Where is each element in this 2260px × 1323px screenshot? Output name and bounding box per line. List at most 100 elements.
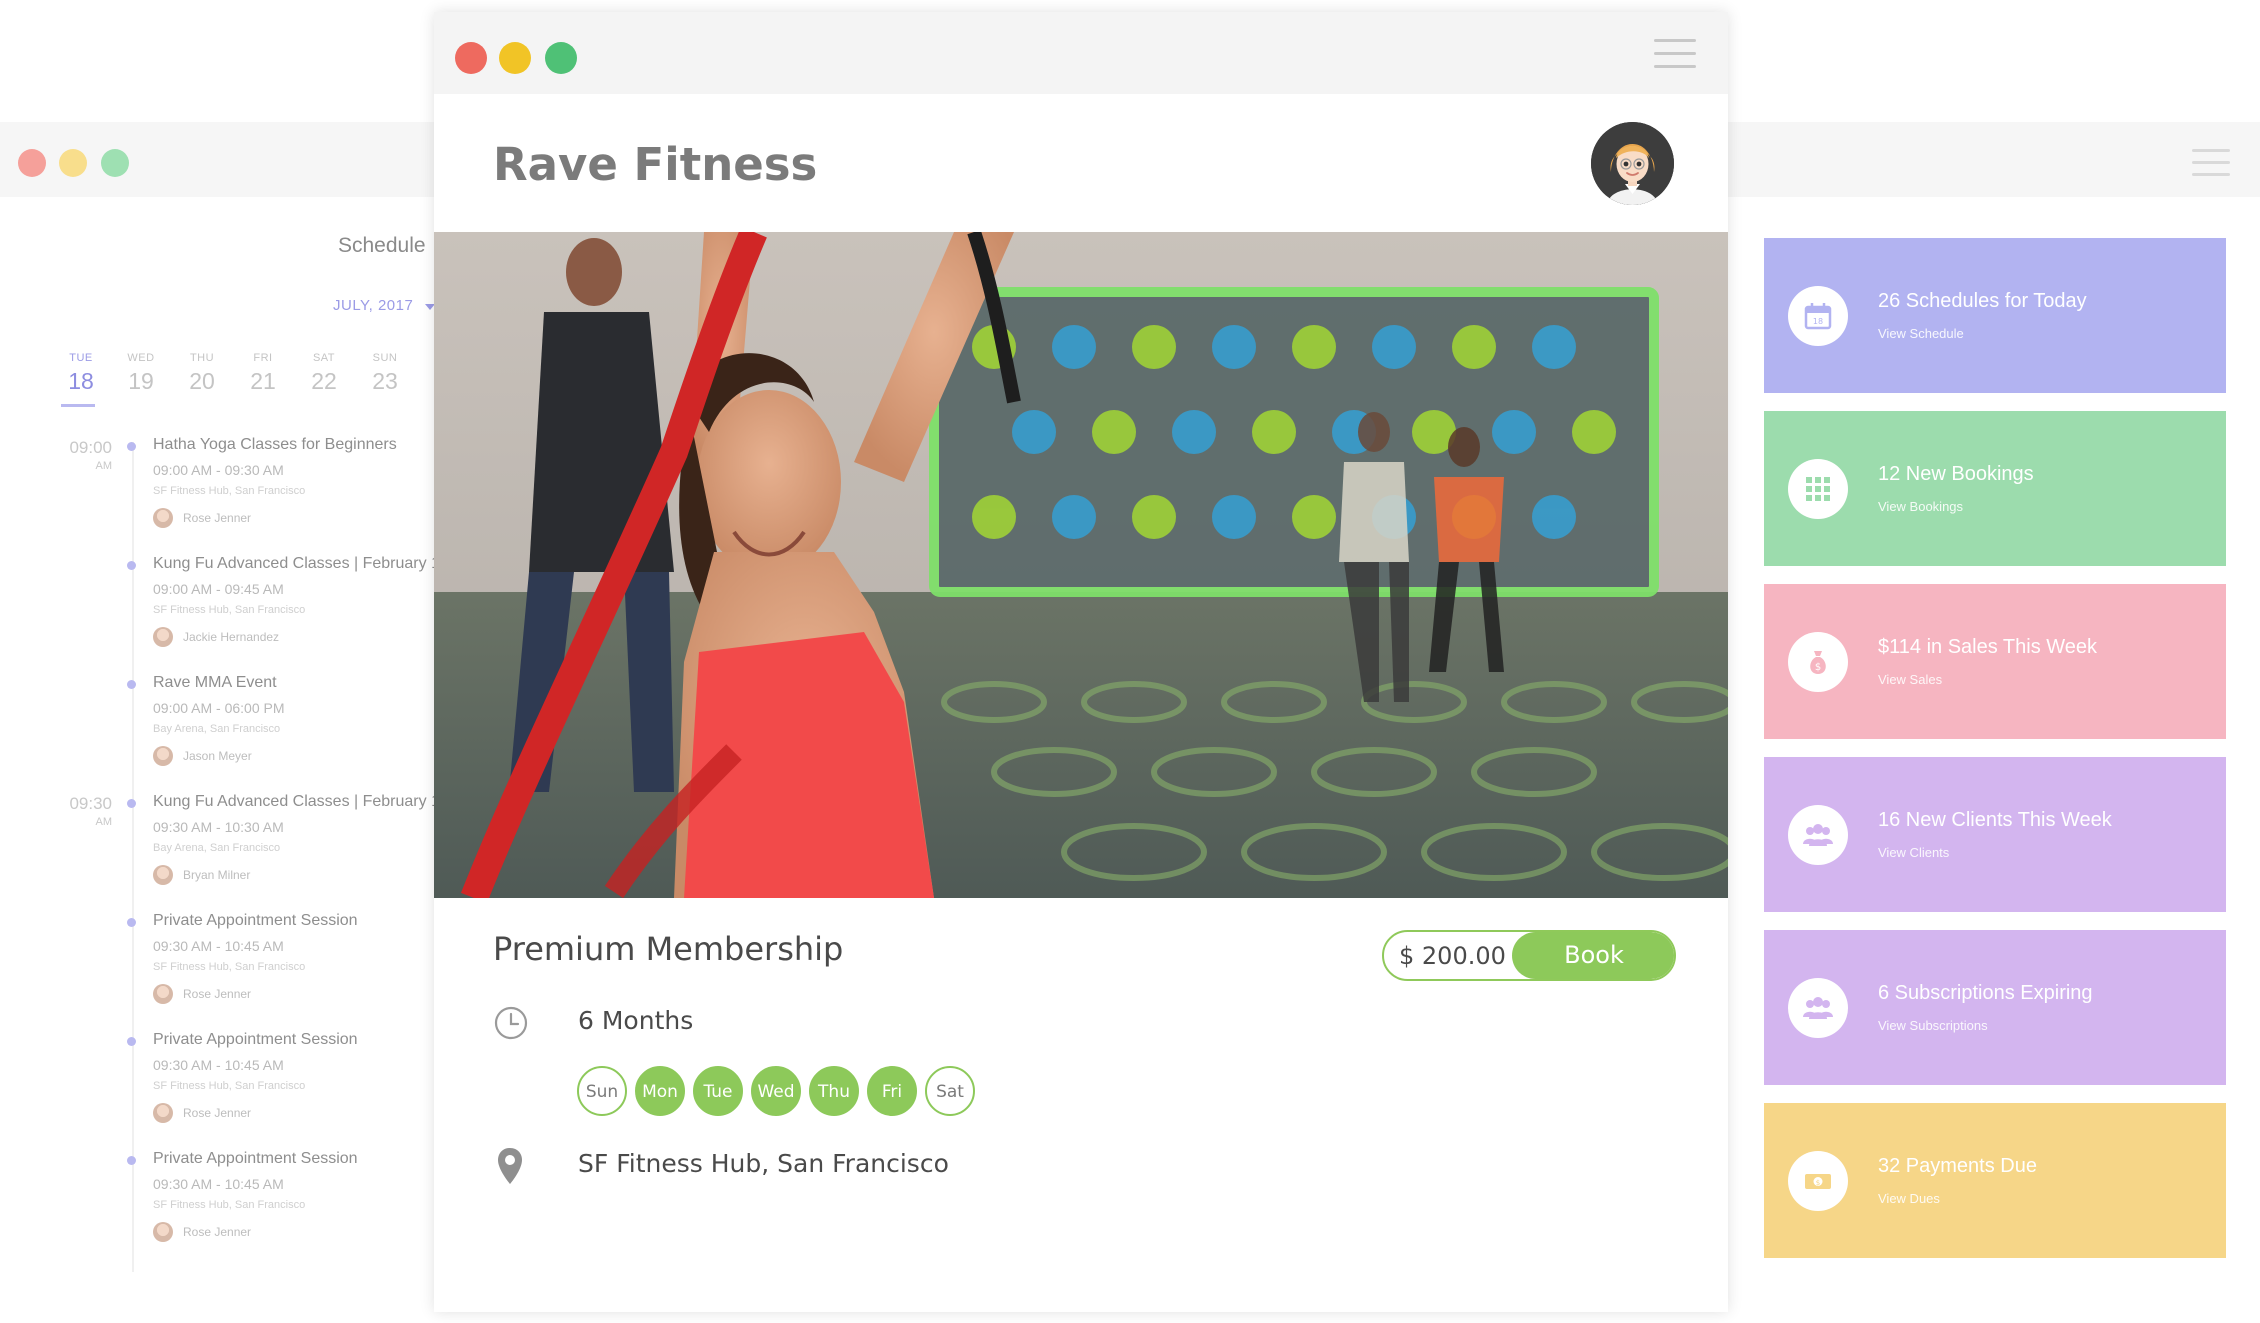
membership-price: $ 200.00 [1399,942,1506,970]
weekday-fri[interactable]: Fri [867,1066,917,1116]
time-ampm: AM [95,460,113,472]
location-pin-icon [496,1146,524,1191]
day-name: SUN [372,352,398,364]
weekday-wed[interactable]: Wed [751,1066,801,1116]
hamburger-menu-icon[interactable] [1654,39,1696,69]
close-window-button[interactable] [455,42,487,74]
day-name: THU [189,352,215,364]
membership-window: Rave Fitness Premium Membership $ 200.00… [434,12,1728,1312]
day-tab[interactable]: SAT 22 [299,352,349,395]
event-title: Private Appointment Session [153,1150,358,1167]
book-button[interactable]: Book [1512,932,1674,979]
maximize-window-button[interactable] [545,42,577,74]
event-bullet [127,799,136,808]
day-tab[interactable]: WED 19 [116,352,166,395]
clock-icon [493,1005,529,1046]
grid-icon [1788,459,1848,519]
time-value: 09:00 [69,438,112,457]
avatar [153,746,173,766]
event-title: Hatha Yoga Classes for Beginners [153,436,397,453]
stat-card-payments[interactable]: $ 32 Payments Due View Dues [1764,1103,2226,1258]
event-time: 09:30 AM - 10:45 AM [153,1057,284,1073]
weekday-sat[interactable]: Sat [925,1066,975,1116]
day-number: 23 [372,368,398,394]
day-number: 21 [250,368,276,394]
weekday-mon[interactable]: Mon [635,1066,685,1116]
event-location: SF Fitness Hub, San Francisco [153,604,306,616]
instructor-name: Jackie Hernandez [183,630,280,644]
clients-icon [1788,978,1848,1038]
event-location: Bay Arena, San Francisco [153,842,281,854]
weekday-tue[interactable]: Tue [693,1066,743,1116]
day-number: 22 [311,368,337,394]
avatar [153,508,173,528]
event-title: Kung Fu Advanced Classes | February 1 [153,555,440,572]
event-time: 09:00 AM - 09:30 AM [153,462,284,478]
instructor-name: Jason Meyer [183,749,252,763]
avatar [153,984,173,1004]
event-bullet [127,561,136,570]
event-location: SF Fitness Hub, San Francisco [153,485,306,497]
event-bullet [127,918,136,927]
event-location: SF Fitness Hub, San Francisco [153,961,306,973]
day-tab[interactable]: SUN 23 [360,352,410,395]
view-dues-link[interactable]: View Dues [1878,1191,1940,1206]
event-bullet [127,680,136,689]
stat-title: 12 New Bookings [1878,463,2034,485]
price-book-group: $ 200.00 Book [1382,930,1676,981]
day-tab[interactable]: FRI 21 [238,352,288,395]
stat-card-sales[interactable]: $ $114 in Sales This Week View Sales [1764,584,2226,739]
membership-duration: 6 Months [578,1006,694,1035]
stat-title: 16 New Clients This Week [1878,809,2112,831]
view-bookings-link[interactable]: View Bookings [1878,499,1963,514]
event-title: Private Appointment Session [153,1031,358,1048]
day-name: TUE [69,352,93,364]
day-number: 20 [189,368,215,394]
view-schedule-link[interactable]: View Schedule [1878,326,1964,341]
view-sales-link[interactable]: View Sales [1878,672,1942,687]
schedule-heading: Schedule [338,234,426,257]
svg-text:$: $ [1815,662,1821,673]
view-clients-link[interactable]: View Clients [1878,845,1949,860]
month-selector[interactable]: JULY, 2017 [333,297,413,314]
instructor-name: Rose Jenner [183,511,252,525]
stat-title: $114 in Sales This Week [1878,636,2098,658]
active-day-indicator [61,404,95,407]
stat-card-schedules[interactable]: 18 26 Schedules for Today View Schedule [1764,238,2226,393]
stat-title: 26 Schedules for Today [1878,290,2087,312]
cash-icon: $ [1788,1151,1848,1211]
event-time: 09:30 AM - 10:45 AM [153,1176,284,1192]
maximize-window-button[interactable] [101,149,129,177]
time-slot-label: 09:30 AM [56,794,112,828]
window-titlebar [434,12,1728,94]
minimize-window-button[interactable] [499,42,531,74]
instructor-name: Bryan Milner [183,868,251,882]
avatar [153,1103,173,1123]
weekday-sun[interactable]: Sun [577,1066,627,1116]
time-ampm: AM [95,816,113,828]
day-number: 19 [128,368,154,394]
stat-title: 6 Subscriptions Expiring [1878,982,2093,1004]
day-strip: TUE 18 WED 19 THU 20 FRI 21 SAT 22 SUN 2… [56,352,452,422]
money-bag-icon: $ [1788,632,1848,692]
event-time: 09:00 AM - 06:00 PM [153,700,285,716]
day-tab[interactable]: THU 20 [177,352,227,395]
stat-card-bookings[interactable]: 12 New Bookings View Bookings [1764,411,2226,566]
event-time: 09:30 AM - 10:30 AM [153,819,284,835]
minimize-window-button[interactable] [59,149,87,177]
stat-title: 32 Payments Due [1878,1155,2037,1177]
hero-image [434,232,1728,898]
stat-card-clients[interactable]: 16 New Clients This Week View Clients [1764,757,2226,912]
stat-card-subscriptions[interactable]: 6 Subscriptions Expiring View Subscripti… [1764,930,2226,1085]
close-window-button[interactable] [18,149,46,177]
weekday-thu[interactable]: Thu [809,1066,859,1116]
svg-text:$: $ [1816,1179,1820,1187]
event-time: 09:30 AM - 10:45 AM [153,938,284,954]
calendar-icon: 18 [1788,286,1848,346]
avatar[interactable] [1591,122,1674,205]
view-subscriptions-link[interactable]: View Subscriptions [1878,1018,1988,1033]
clients-icon [1788,805,1848,865]
day-tab[interactable]: TUE 18 [56,352,106,407]
hamburger-menu-icon[interactable] [2192,149,2230,176]
instructor-name: Rose Jenner [183,1106,252,1120]
